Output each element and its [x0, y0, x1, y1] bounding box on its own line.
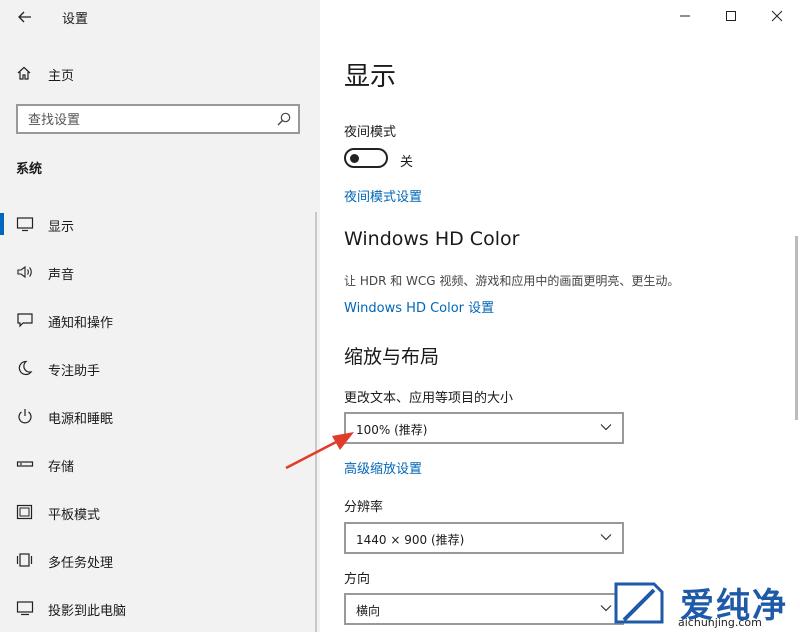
sidebar-item-label: 存储	[48, 460, 75, 475]
night-light-label: 夜间模式	[344, 125, 397, 140]
watermark: 爱纯净 aichunjing.com	[610, 574, 800, 632]
speaker-icon	[16, 264, 34, 280]
resolution-label: 分辨率	[344, 500, 384, 515]
resolution-value: 1440 × 900 (推荐)	[356, 533, 465, 547]
sidebar-item-label: 电源和睡眠	[48, 412, 114, 427]
project-icon	[16, 600, 34, 616]
toggle-knob	[350, 154, 359, 163]
sidebar-item-multitasking[interactable]: 多任务处理	[0, 540, 316, 580]
sidebar-item-label: 专注助手	[48, 364, 101, 379]
night-light-settings-link[interactable]: 夜间模式设置	[344, 186, 422, 205]
maximize-icon	[726, 11, 736, 21]
sidebar-item-notifications[interactable]: 通知和操作	[0, 300, 316, 340]
night-light-state: 关	[400, 155, 414, 170]
hd-color-settings-link[interactable]: Windows HD Color 设置	[344, 297, 494, 316]
home-label: 主页	[48, 69, 75, 84]
back-button[interactable]	[14, 6, 36, 28]
scale-layout-heading: 缩放与布局	[344, 346, 440, 368]
sidebar-item-tablet-mode[interactable]: 平板模式	[0, 492, 316, 532]
multitask-icon	[16, 552, 34, 568]
sidebar-item-sound[interactable]: 声音	[0, 252, 316, 292]
search-input[interactable]	[26, 110, 270, 130]
orientation-value: 横向	[356, 604, 381, 618]
night-light-toggle[interactable]	[344, 148, 388, 168]
close-button[interactable]	[762, 4, 792, 28]
sidebar-item-focus-assist[interactable]: 专注助手	[0, 348, 316, 388]
storage-icon	[16, 456, 34, 472]
hd-color-heading: Windows HD Color	[344, 228, 520, 250]
scale-value: 100% (推荐)	[356, 423, 428, 437]
sidebar-item-label: 通知和操作	[48, 316, 114, 331]
app-title: 设置	[62, 12, 89, 27]
page-title: 显示	[344, 62, 397, 92]
moon-icon	[16, 360, 34, 376]
message-icon	[16, 312, 34, 328]
chevron-down-icon	[600, 424, 612, 431]
minimize-button[interactable]	[670, 4, 700, 28]
back-arrow-icon	[18, 11, 31, 23]
sidebar-item-display[interactable]: 显示	[0, 204, 316, 244]
sidebar-item-storage[interactable]: 存储	[0, 444, 316, 484]
sidebar-item-label: 声音	[48, 268, 75, 283]
sidebar-item-label: 投影到此电脑	[48, 604, 127, 619]
resolution-dropdown[interactable]: 1440 × 900 (推荐)	[344, 522, 624, 554]
scale-label: 更改文本、应用等项目的大小	[344, 391, 514, 406]
sidebar-item-label: 多任务处理	[48, 556, 114, 571]
sidebar-item-label: 平板模式	[48, 508, 101, 523]
hd-color-description: 让 HDR 和 WCG 视频、游戏和应用中的画面更明亮、更生动。	[344, 274, 680, 288]
section-label-system: 系统	[16, 162, 43, 177]
home-icon	[16, 65, 32, 85]
chevron-down-icon	[600, 534, 612, 541]
orientation-dropdown[interactable]: 横向	[344, 593, 624, 625]
search-icon[interactable]	[276, 111, 292, 131]
minimize-icon	[680, 15, 690, 17]
annotation-arrow-icon	[285, 432, 354, 470]
sidebar: 设置 主页 系统 显示 声音 通知和操作 专注助手 电源和睡眠 存储	[0, 0, 320, 632]
main-scrollbar[interactable]	[795, 236, 798, 420]
watermark-url: aichunjing.com	[678, 616, 762, 629]
sidebar-item-label: 显示	[48, 220, 75, 235]
home-nav-item[interactable]: 主页	[0, 58, 320, 88]
maximize-button[interactable]	[716, 4, 746, 28]
tablet-icon	[16, 504, 34, 520]
orientation-label: 方向	[344, 572, 371, 587]
monitor-icon	[16, 216, 34, 232]
sidebar-item-project[interactable]: 投影到此电脑	[0, 588, 316, 628]
sidebar-item-power-sleep[interactable]: 电源和睡眠	[0, 396, 316, 436]
scale-dropdown[interactable]: 100% (推荐)	[344, 412, 624, 444]
close-icon	[771, 10, 783, 22]
watermark-logo-icon	[614, 582, 664, 624]
search-box[interactable]	[16, 104, 300, 134]
active-indicator	[0, 213, 4, 235]
power-icon	[16, 408, 34, 424]
